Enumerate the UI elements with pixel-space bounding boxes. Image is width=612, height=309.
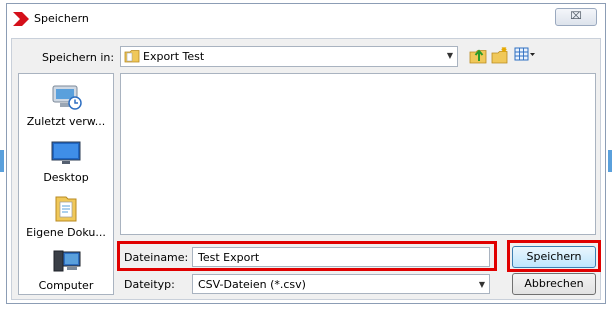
file-list[interactable] [120,73,596,235]
highlight-save-button [507,240,601,272]
chevron-down-icon: ▼ [478,280,485,289]
app-arrow-icon [13,12,29,26]
recent-places-icon [52,85,82,110]
save-in-dropdown[interactable]: Export Test ▼ [120,46,458,67]
place-label: Zuletzt verw... [26,115,106,128]
window-title: Speichern [34,12,89,25]
place-label: Eigene Doku... [26,226,106,239]
computer-icon [53,250,81,272]
up-folder-icon[interactable] [469,46,487,64]
place-recent[interactable]: Zuletzt verw... [19,82,113,128]
title-bar[interactable]: Speichern ⌧ [7,4,605,34]
chevron-down-icon: ▼ [446,51,453,60]
desktop-icon [51,141,81,164]
cancel-button[interactable]: Abbrechen [512,273,596,295]
highlight-filename [117,241,497,271]
new-folder-icon[interactable] [491,46,509,64]
folder-icon [124,50,140,63]
current-folder-name: Export Test [143,50,205,63]
filetype-label: Dateityp: [124,278,175,291]
filetype-value: CSV-Dateien (*.csv) [198,278,306,291]
place-computer[interactable]: Computer [19,246,113,292]
place-documents[interactable]: Eigene Doku... [19,193,113,239]
place-label: Desktop [43,171,89,184]
close-icon: ⌧ [570,11,582,22]
places-bar: Zuletzt verw... Desktop Eigene Doku... C… [18,73,114,295]
place-desktop[interactable]: Desktop [19,138,113,184]
dialog-body: Speichern in: Export Test ▼ Zuletzt verw… [11,38,601,300]
save-dialog: Speichern ⌧ Speichern in: Export Test ▼ [6,3,606,304]
close-button[interactable]: ⌧ [555,8,597,26]
place-label: Computer [38,279,94,292]
view-menu-icon[interactable] [514,46,536,62]
background-window-edge [608,150,612,172]
documents-icon [55,196,77,222]
save-in-label: Speichern in: [42,51,115,64]
background-window-edge [0,150,4,172]
filetype-dropdown[interactable]: CSV-Dateien (*.csv) ▼ [192,274,490,294]
